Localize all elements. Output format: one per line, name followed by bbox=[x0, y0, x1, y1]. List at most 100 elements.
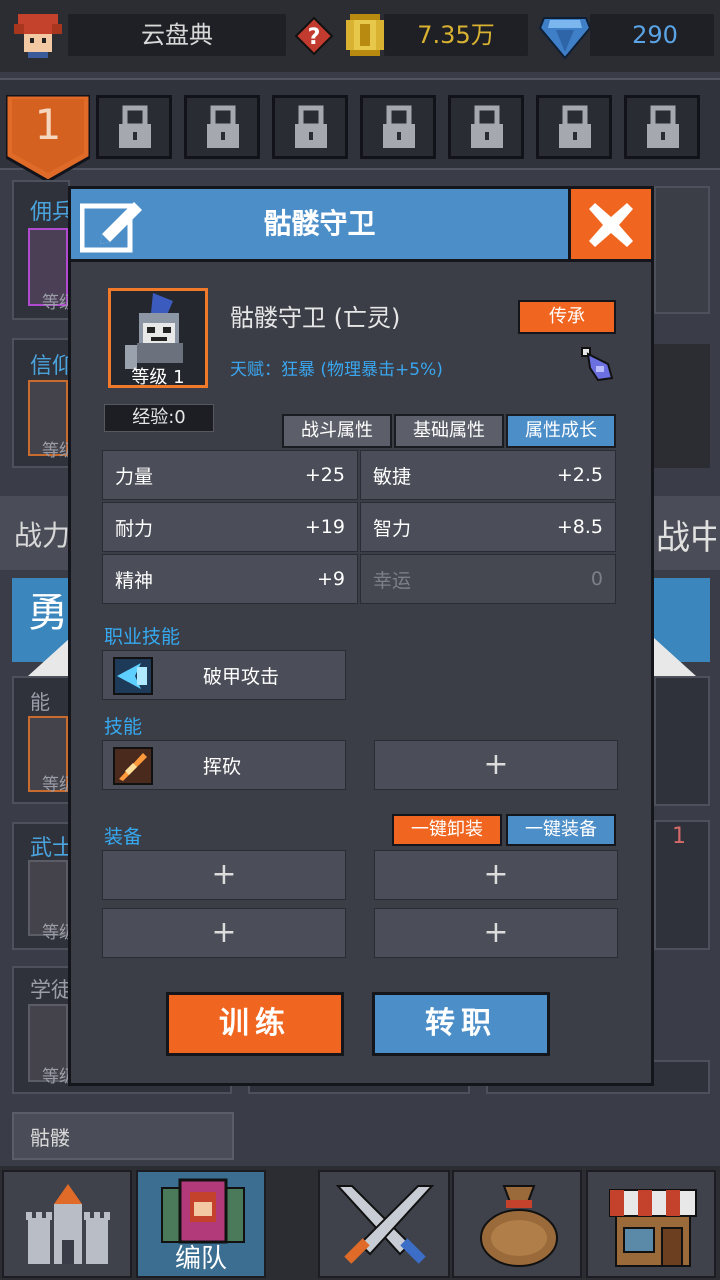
bg-level-4: 等级 bbox=[42, 923, 70, 943]
stat-value: +25 bbox=[304, 464, 345, 486]
bg-level-1: 等级 bbox=[42, 293, 70, 313]
class-skill-name: 破甲攻击 bbox=[203, 666, 280, 688]
bg-right-panel-top bbox=[654, 186, 710, 314]
tab-attribute-growth[interactable]: 属性成长 bbox=[506, 414, 616, 448]
bg-hero-banner-label: 勇 bbox=[28, 590, 68, 636]
bg-level-2: 等级 bbox=[42, 441, 70, 461]
castle-icon bbox=[26, 1184, 110, 1264]
lock-icon bbox=[471, 105, 503, 148]
stat-spirit: 精神 +9 bbox=[102, 554, 358, 604]
stat-label: 耐力 bbox=[115, 517, 154, 540]
stat-intelligence: 智力 +8.5 bbox=[360, 502, 616, 552]
stat-value: +9 bbox=[316, 568, 345, 590]
shop-icon bbox=[609, 1189, 697, 1267]
stat-value: 0 bbox=[590, 568, 603, 590]
stat-label: 力量 bbox=[115, 465, 154, 488]
locked-tab-2[interactable] bbox=[96, 95, 172, 159]
potion-icon[interactable] bbox=[578, 344, 618, 384]
nav-bag[interactable] bbox=[452, 1170, 582, 1278]
player-avatar-icon[interactable] bbox=[12, 10, 64, 60]
locked-tab-5[interactable] bbox=[360, 95, 436, 159]
hero-name: 骷髅守卫 (亡灵) bbox=[230, 304, 401, 332]
bg-hero-tag: 能 bbox=[30, 690, 50, 714]
player-name: 云盘典 bbox=[141, 21, 213, 49]
bg-skeleton-label: 骷髅 bbox=[30, 1126, 70, 1150]
equipment-slot-3[interactable]: + bbox=[102, 908, 346, 958]
bg-label-apprentice: 学徒 bbox=[30, 978, 70, 1002]
equipment-slot-1[interactable]: + bbox=[102, 850, 346, 900]
hero-level: 等级 1 bbox=[131, 367, 185, 388]
close-button[interactable] bbox=[568, 186, 654, 262]
locked-tab-7[interactable] bbox=[536, 95, 612, 159]
svg-text:?: ? bbox=[308, 25, 321, 50]
diamond-icon bbox=[538, 10, 592, 62]
bg-level-5: 等级 bbox=[42, 1067, 70, 1087]
change-class-button[interactable]: 转职 bbox=[372, 992, 550, 1056]
lock-icon bbox=[383, 105, 415, 148]
skill-heading: 技能 bbox=[104, 716, 143, 738]
stat-value: +19 bbox=[304, 516, 345, 538]
locked-tab-3[interactable] bbox=[184, 95, 260, 159]
question-icon[interactable]: ? bbox=[294, 16, 334, 56]
unequip-all-button[interactable]: 一键卸装 bbox=[392, 814, 502, 846]
battle-icon bbox=[335, 1185, 435, 1264]
train-button[interactable]: 训练 bbox=[166, 992, 344, 1056]
stat-label: 精神 bbox=[115, 569, 154, 592]
stat-stamina: 耐力 +19 bbox=[102, 502, 358, 552]
bg-right-badge: 1 bbox=[672, 824, 686, 849]
armor-break-icon bbox=[113, 657, 153, 695]
stat-label: 智力 bbox=[373, 517, 412, 540]
skill-name: 挥砍 bbox=[203, 756, 242, 778]
hero-talent: 天赋：狂暴 (物理暴击+5%) bbox=[230, 360, 443, 380]
lock-icon bbox=[295, 105, 327, 148]
bg-level-3: 等级 bbox=[42, 775, 70, 795]
stat-value: +8.5 bbox=[556, 516, 603, 538]
bg-power-label: 战力 bbox=[14, 519, 68, 552]
nav-shop[interactable] bbox=[586, 1170, 716, 1278]
class-skill-slot[interactable]: 破甲攻击 bbox=[102, 650, 346, 700]
bg-label-warrior: 武士 bbox=[30, 836, 70, 861]
lock-icon bbox=[207, 105, 239, 148]
skill-slot-1[interactable]: 挥砍 bbox=[102, 740, 346, 790]
exp-value: 经验:0 bbox=[104, 404, 214, 432]
stat-strength: 力量 +25 bbox=[102, 450, 358, 500]
skill-slot-2-add[interactable]: + bbox=[374, 740, 618, 790]
gold-amount: 7.35万 bbox=[417, 21, 495, 49]
nav-team[interactable]: 编队 bbox=[136, 1170, 266, 1278]
bg-right-panel-mid bbox=[654, 344, 710, 468]
lock-icon bbox=[559, 105, 591, 148]
nav-battle[interactable] bbox=[318, 1170, 450, 1278]
equipment-slot-2[interactable]: + bbox=[374, 850, 618, 900]
locked-tab-6[interactable] bbox=[448, 95, 524, 159]
inherit-button[interactable]: 传承 bbox=[518, 300, 616, 334]
class-skill-heading: 职业技能 bbox=[104, 626, 181, 648]
nav-team-label: 编队 bbox=[174, 1244, 227, 1274]
equipment-slot-4[interactable]: + bbox=[374, 908, 618, 958]
team-icon bbox=[161, 1178, 245, 1244]
slash-icon bbox=[113, 747, 153, 785]
locked-tab-4[interactable] bbox=[272, 95, 348, 159]
stat-agility: 敏捷 +2.5 bbox=[360, 450, 616, 500]
coin-icon bbox=[342, 12, 388, 58]
close-icon bbox=[589, 203, 633, 247]
edit-icon[interactable] bbox=[79, 196, 148, 254]
stat-luck: 幸运 0 bbox=[360, 554, 616, 604]
lock-icon bbox=[119, 105, 151, 148]
bg-right-banner-2 bbox=[654, 676, 710, 806]
gems-amount: 290 bbox=[632, 21, 678, 49]
bag-icon bbox=[480, 1185, 558, 1267]
equipment-heading: 装备 bbox=[104, 826, 143, 848]
lock-icon bbox=[647, 105, 679, 148]
tab-base-attributes[interactable]: 基础属性 bbox=[394, 414, 504, 448]
stat-value: +2.5 bbox=[556, 464, 603, 486]
stat-label: 敏捷 bbox=[373, 465, 412, 488]
bg-battle-status: 战中 bbox=[656, 518, 716, 558]
bg-label-mercenary: 佣兵 bbox=[30, 200, 70, 225]
nav-castle[interactable] bbox=[2, 1170, 132, 1278]
equip-all-button[interactable]: 一键装备 bbox=[506, 814, 616, 846]
stat-label: 幸运 bbox=[373, 569, 412, 592]
bg-label-faith: 信仰 bbox=[30, 354, 70, 379]
team-tab-number: 1 bbox=[34, 100, 62, 149]
tab-combat-attributes[interactable]: 战斗属性 bbox=[282, 414, 392, 448]
locked-tab-8[interactable] bbox=[624, 95, 700, 159]
